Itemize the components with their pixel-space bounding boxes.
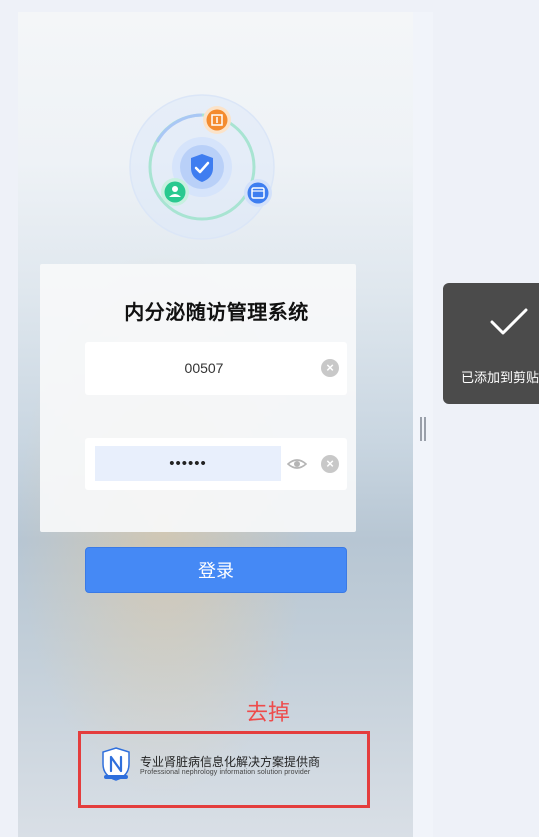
clear-icon[interactable]: × [321, 359, 339, 377]
checkmark-icon [490, 308, 528, 335]
app-icon [244, 179, 272, 207]
doctor-icon [161, 178, 189, 206]
resize-handle[interactable] [420, 417, 426, 441]
password-field[interactable]: •••••• × [85, 438, 347, 490]
hero-illustration [129, 94, 275, 240]
password-input[interactable]: •••••• [95, 446, 281, 481]
brand-logo-icon [102, 747, 130, 781]
toast-text: 已添加到剪贴 [461, 370, 539, 385]
clipboard-toast: 已添加到剪贴 [443, 283, 539, 404]
username-field[interactable]: 00507 × [85, 342, 347, 395]
page-title: 内分泌随访管理系统 [124, 302, 309, 324]
hospital-icon [203, 106, 231, 134]
clear-icon[interactable]: × [321, 455, 339, 473]
username-input[interactable]: 00507 [85, 342, 323, 395]
eye-icon[interactable] [287, 455, 307, 473]
brand-title: 专业肾脏病信息化解决方案提供商 [140, 755, 321, 769]
annotation-text: 去掉 [246, 700, 291, 725]
brand-subtitle: Professional nephrology information solu… [140, 769, 311, 776]
login-button[interactable]: 登录 [85, 547, 347, 593]
